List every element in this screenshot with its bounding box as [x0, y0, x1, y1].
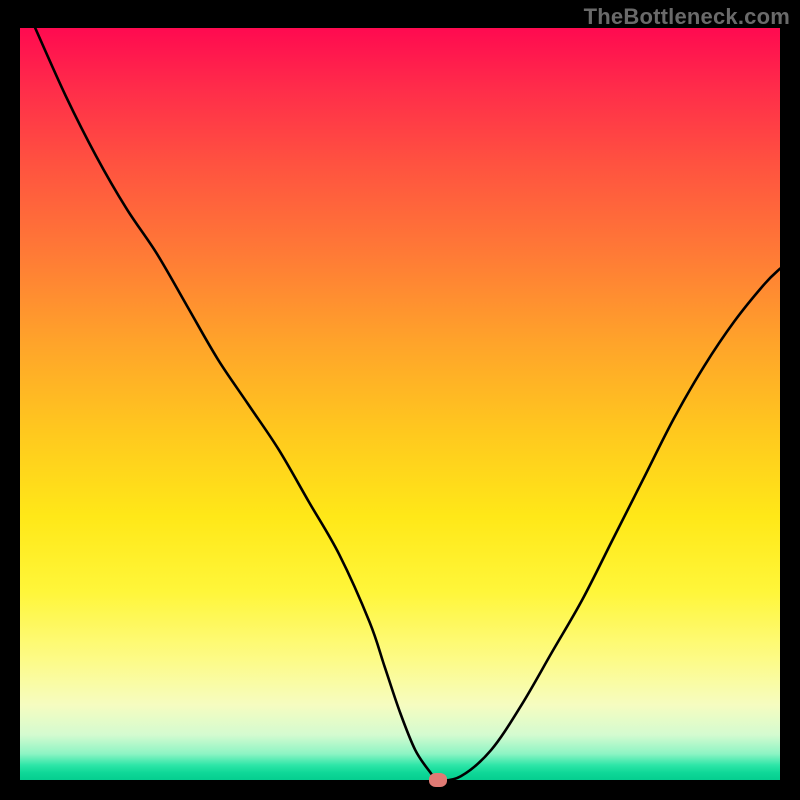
chart-wrapper: TheBottleneck.com — [0, 0, 800, 800]
optimum-marker — [429, 773, 447, 787]
curve-svg — [20, 28, 780, 780]
bottleneck-curve-path — [35, 28, 780, 780]
plot-area — [20, 28, 780, 780]
watermark-text: TheBottleneck.com — [584, 4, 790, 30]
